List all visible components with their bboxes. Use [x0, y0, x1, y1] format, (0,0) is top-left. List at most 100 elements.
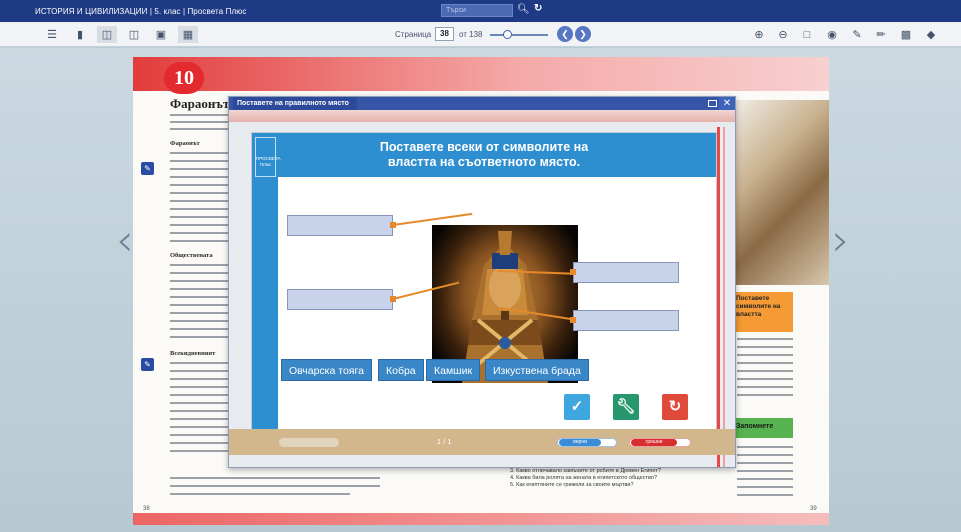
text-line	[170, 312, 228, 314]
text-line	[170, 200, 228, 202]
question-item: 5. Как египтяните се грижели за своите м…	[510, 482, 634, 488]
text-line	[170, 485, 380, 487]
text-line	[170, 336, 228, 338]
option-chip[interactable]: Камшик	[426, 359, 481, 381]
panel-sidebar	[252, 177, 278, 430]
text-line	[737, 470, 793, 472]
previous-page-button[interactable]: ❮	[557, 26, 573, 42]
text-line	[170, 320, 228, 322]
double-spread-icon[interactable]: ◫	[124, 26, 144, 43]
text-line	[737, 346, 793, 348]
eraser-icon[interactable]: ◆	[921, 26, 941, 43]
left-page-number: 38	[143, 506, 150, 512]
subheading: Всекидневният	[170, 350, 216, 357]
text-line	[170, 280, 228, 282]
search-input[interactable]: Търси	[441, 4, 513, 17]
exercise-modal: Поставете на правилното място ✕ Поставет…	[228, 96, 736, 468]
text-line	[170, 418, 228, 420]
two-page-icon[interactable]: ◫	[97, 26, 117, 43]
reset-button[interactable]: ↻	[662, 394, 688, 420]
text-line	[170, 362, 228, 364]
text-line	[170, 192, 228, 194]
decorative-bar	[717, 127, 720, 467]
page-label: Страница	[395, 30, 432, 39]
text-line	[170, 378, 228, 380]
subheading: Обществената	[170, 252, 213, 259]
text-line	[170, 426, 228, 428]
chapter-band	[133, 57, 829, 91]
text-line	[170, 208, 228, 210]
resource-icon[interactable]: ✎	[141, 162, 154, 175]
text-line	[170, 152, 228, 154]
grid-icon[interactable]: ▦	[178, 26, 198, 43]
pen-icon[interactable]: ✎	[847, 26, 867, 43]
close-icon[interactable]: ✕	[719, 97, 735, 110]
highlighter-icon[interactable]: ✏	[871, 26, 891, 43]
option-chip[interactable]: Кобра	[378, 359, 424, 381]
text-line	[737, 486, 793, 488]
modal-title: Поставете на правилното място	[233, 97, 357, 110]
text-line	[170, 224, 228, 226]
previous-spread-arrow[interactable]: ‹	[116, 215, 134, 266]
page-number-input[interactable]: 38	[435, 27, 454, 41]
next-page-button[interactable]: ❯	[575, 26, 591, 42]
drop-target[interactable]	[573, 310, 679, 331]
text-line	[170, 288, 228, 290]
menu-icon[interactable]: ☰	[42, 26, 62, 43]
text-line	[737, 394, 793, 396]
check-button[interactable]: ✓	[564, 394, 590, 420]
text-line	[737, 354, 793, 356]
text-line	[170, 272, 228, 274]
zoom-slider[interactable]	[490, 34, 548, 36]
wrong-counter: грешни	[629, 438, 691, 447]
text-line	[170, 493, 350, 495]
wrench-button[interactable]: 🔧︎	[613, 394, 639, 420]
text-line	[170, 240, 228, 242]
next-spread-arrow[interactable]: ›	[832, 215, 850, 266]
page-heading: Фараонът	[170, 96, 230, 111]
option-chip[interactable]: Овчарска тояга	[281, 359, 372, 381]
subheading: Фараонът	[170, 140, 200, 147]
visibility-icon[interactable]: ◉	[822, 26, 842, 43]
search-icon[interactable]: 🔍︎	[517, 4, 530, 15]
text-line	[737, 454, 793, 456]
text-line	[170, 176, 228, 178]
text-line	[170, 128, 228, 130]
image-icon[interactable]: ▣	[151, 26, 171, 43]
drop-target[interactable]	[287, 289, 393, 310]
title-bar: ИСТОРИЯ И ЦИВИЛИЗАЦИИ | 5. клас | Просве…	[0, 0, 961, 22]
text-line	[170, 328, 228, 330]
text-line	[737, 370, 793, 372]
text-line	[170, 114, 228, 116]
reload-icon[interactable]: ↻	[534, 3, 542, 14]
zoom-in-icon[interactable]: ⊕	[749, 26, 769, 43]
publisher-logo: ПРОСВЕТА Плюс	[255, 137, 281, 177]
text-line	[170, 442, 228, 444]
orange-callout: Поставете символите на властта	[733, 292, 793, 332]
text-line	[170, 296, 228, 298]
text-line	[170, 184, 228, 186]
option-chip[interactable]: Изкуствена брада	[485, 359, 589, 381]
text-line	[170, 477, 380, 479]
drop-target[interactable]	[287, 215, 393, 236]
question-item: 3. Какво отличавало камъните от робите в…	[510, 468, 661, 474]
page-footer-band	[133, 513, 829, 525]
drop-target[interactable]	[573, 262, 679, 283]
text-line	[737, 378, 793, 380]
instruction-line-2: властта на съответното място.	[387, 155, 581, 169]
resource-icon[interactable]: ✎	[141, 358, 154, 371]
wrong-label: грешни	[631, 439, 677, 446]
text-line	[170, 304, 228, 306]
single-page-icon[interactable]: ▮	[70, 26, 90, 43]
text-line	[170, 264, 228, 266]
right-page-number: 39	[810, 506, 817, 512]
maximize-icon[interactable]	[708, 100, 717, 107]
progress-pill	[279, 438, 339, 447]
zoom-slider-knob[interactable]	[503, 30, 512, 39]
text-line	[170, 410, 228, 412]
exercise-pager: 1 / 1	[437, 437, 452, 446]
save-icon[interactable]: ▩	[896, 26, 916, 43]
modal-header: Поставете на правилното място ✕	[229, 97, 735, 110]
zoom-out-icon[interactable]: ⊖	[773, 26, 793, 43]
fit-page-icon[interactable]: □	[797, 26, 817, 43]
